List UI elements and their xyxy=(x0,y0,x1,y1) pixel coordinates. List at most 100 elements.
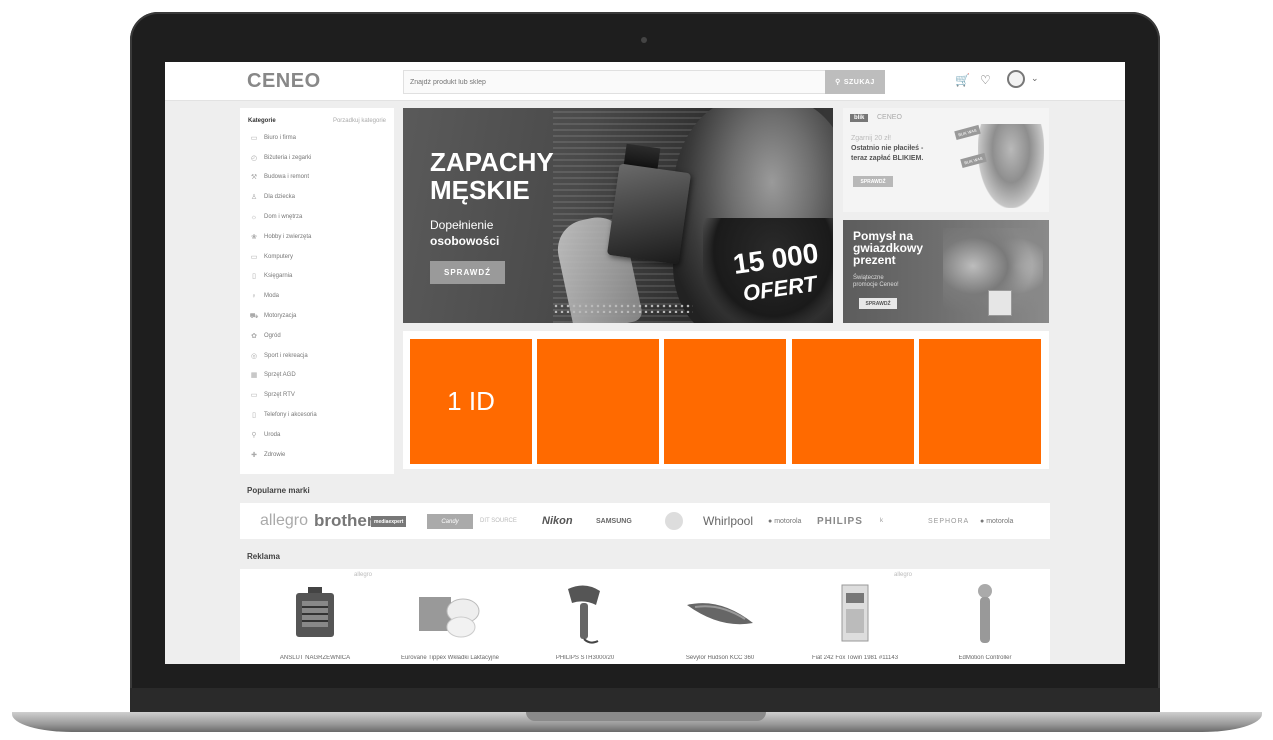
heart-icon[interactable]: ♡ xyxy=(980,73,991,87)
sidebar-item[interactable]: ◎ Sport i rekreacja xyxy=(240,346,394,366)
sidebar-item[interactable]: ♀ Moda xyxy=(240,286,394,306)
stroller-icon: ♙ xyxy=(250,194,258,202)
category-list: ▭ Biuro i firma ◴ Biżuteria i zegarki ⚒ Budow… xyxy=(240,128,394,465)
model-car-icon xyxy=(841,584,869,642)
user-avatar-icon[interactable] xyxy=(1007,70,1025,88)
ad-name: Fiat 242 Fox Towin 1981 #11143 xyxy=(811,655,899,661)
hero-check-button[interactable]: SPRAWDŹ xyxy=(430,261,505,284)
sidebar-item[interactable]: ▭ Biuro i firma xyxy=(240,128,394,148)
search-icon: ⚲ xyxy=(835,79,841,86)
sidebar-item[interactable]: ▦ Sprzęt AGD xyxy=(240,366,394,386)
gift-check-button[interactable]: SPRAWDŹ xyxy=(859,298,897,309)
brand-logo[interactable]: SAMSUNG xyxy=(596,511,632,531)
blik-logo: blik xyxy=(850,114,869,122)
brand-logo[interactable]: Nikon xyxy=(542,511,573,531)
brand-logo-text: motorola xyxy=(986,517,1014,525)
ad-card[interactable]: PHILIPS STH3000/20 xyxy=(520,569,650,664)
blik-tag-1: BLIK WAS xyxy=(954,124,981,141)
kayak-icon xyxy=(687,603,753,625)
chevron-down-icon[interactable]: ⌄ xyxy=(1031,73,1039,84)
ad-card[interactable]: Eurovane Tippex Wkładki Laktacyjne xyxy=(385,569,515,664)
sidebar-item[interactable]: ✿ Ogród xyxy=(240,326,394,346)
sidebar-item[interactable]: ✚ Zdrowie xyxy=(240,445,394,465)
sidebar-item[interactable]: ▯ Księgarnia xyxy=(240,267,394,287)
promo-tile[interactable] xyxy=(919,339,1041,464)
sidebar-item[interactable]: ▭ Komputery xyxy=(240,247,394,267)
search-box[interactable] xyxy=(403,70,875,94)
brand-logo[interactable]: SEPHORA xyxy=(928,511,969,531)
brand-logo[interactable]: mediaexpert xyxy=(371,516,407,527)
brand-logo[interactable]: ● motorola xyxy=(768,511,801,531)
ad-name: Sevylor Hudson KCC 360 xyxy=(685,655,755,661)
search-button[interactable]: ⚲ SZUKAJ xyxy=(825,70,885,94)
blik-promo-banner[interactable]: blik CENEO Zgarnij 20 zł! Ostatnio nie p… xyxy=(843,108,1049,212)
book-icon: ▯ xyxy=(252,273,256,281)
sidebar-item-label: Telefony i akcesoria xyxy=(264,412,317,419)
sidebar-item[interactable]: ♙ Dla dziecka xyxy=(240,187,394,207)
ad-card[interactable]: allegro Fiat 242 Fox Towin 1981 #11143 xyxy=(790,569,920,664)
sidebar-item[interactable]: ▭ Sprzęt RTV xyxy=(240,385,394,405)
hero-title-line1: ZAPACHY xyxy=(430,147,554,177)
brand-logo[interactable]: k xyxy=(880,511,883,531)
blik-check-button[interactable]: SPRAWDŹ xyxy=(853,176,893,187)
ad-card[interactable]: Sevylor Hudson KCC 360 xyxy=(655,569,785,664)
sidebar-item-label: Budowa i remont xyxy=(264,174,310,181)
brands-strip: allegro brother mediaexpert Candy DIT SO… xyxy=(240,503,1050,539)
ad-card[interactable]: allegro ANSLUT NAGRZEWNICA xyxy=(250,569,380,664)
sidebar-item[interactable]: ⛟ Motoryzacja xyxy=(240,306,394,326)
promo-tile[interactable] xyxy=(664,339,786,464)
blik-brand: CENEO xyxy=(877,114,902,121)
hero-title: ZAPACHY MĘSKIE xyxy=(430,148,554,204)
sort-categories-link[interactable]: Porzadkuj kategorie xyxy=(333,118,386,124)
hero-banner[interactable]: ZAPACHY MĘSKIE Dopełnienie osobowości SP… xyxy=(403,108,833,323)
sidebar-item[interactable]: ◴ Biżuteria i zegarki xyxy=(240,148,394,168)
sidebar-item-label: Sprzęt AGD xyxy=(264,372,296,379)
brand-logo[interactable]: DIT SOURCE xyxy=(480,511,517,531)
brand-logo[interactable]: PHILIPS xyxy=(817,511,863,531)
gift-promo-banner[interactable]: Pomysł na gwiazdkowy prezent Świąteczne … xyxy=(843,220,1049,323)
sidebar-item[interactable]: ❀ Hobby i zwierzęta xyxy=(240,227,394,247)
sidebar-item[interactable]: ☼ Dom i wnętrza xyxy=(240,207,394,227)
sidebar-item-label: Dla dziecka xyxy=(264,194,296,201)
blik-fine-print xyxy=(851,194,961,202)
car-icon: ⛟ xyxy=(249,312,259,320)
laptop-bezel-bottom xyxy=(130,688,1160,712)
ad-name: EdMotion Controller xyxy=(958,655,1012,661)
hero-title-line2: MĘSKIE xyxy=(430,175,530,205)
hero-offer-badge: 15 000 OFERT xyxy=(731,237,824,309)
promo-tile[interactable]: 1 ID xyxy=(410,339,532,464)
brand-logo[interactable]: ● motorola xyxy=(980,511,1013,531)
sidebar-item-label: Motoryzacja xyxy=(264,313,297,320)
search-input[interactable] xyxy=(404,71,812,94)
hero-dots xyxy=(553,303,693,313)
ad-name: ANSLUT NAGRZEWNICA xyxy=(279,655,351,661)
sidebar-item-label: Księgarnia xyxy=(264,273,293,280)
laptop-icon: ▭ xyxy=(250,253,258,261)
ceneo-logo[interactable]: CENEO xyxy=(247,70,321,93)
perfume-bottle-image xyxy=(606,163,692,265)
brand-logo[interactable] xyxy=(665,512,683,530)
cart-icon[interactable]: 🛒 xyxy=(955,73,970,87)
sidebar-item[interactable]: ▯ Telefony i akcesoria xyxy=(240,405,394,425)
category-sidebar: Kategorie Porzadkuj kategorie ▭ Biuro i f… xyxy=(240,108,394,474)
sidebar-item[interactable]: ⚒ Budowa i remont xyxy=(240,168,394,188)
brand-logo[interactable]: brother xyxy=(314,511,374,531)
promo-tile[interactable] xyxy=(792,339,914,464)
gift-title: Pomysł na gwiazdkowy prezent xyxy=(853,230,923,266)
brand-logo[interactable]: Whirlpool xyxy=(703,511,753,531)
sidebar-item-label: Biżuteria i zegarki xyxy=(264,154,312,161)
sidebar-item-label: Hobby i zwierzęta xyxy=(264,233,312,240)
sidebar-item-label: Sprzęt RTV xyxy=(264,392,295,399)
blik-line-3: teraz zapłać BLIKIEM. xyxy=(851,155,924,162)
promo-tiles: 1 ID xyxy=(403,331,1049,469)
sidebar-item-label: Moda xyxy=(264,293,280,300)
brand-logo[interactable]: Candy xyxy=(427,514,473,529)
brand-logo[interactable]: allegro xyxy=(260,511,308,531)
lamp-icon: ☼ xyxy=(250,213,258,221)
washer-icon: ▦ xyxy=(250,372,258,380)
promo-tile[interactable] xyxy=(537,339,659,464)
ad-card[interactable]: EdMotion Controller xyxy=(920,569,1050,664)
sidebar-item-label: Komputery xyxy=(264,253,294,260)
hero-subtitle-1: Dopełnienie xyxy=(430,218,494,232)
sidebar-item[interactable]: ⚲ Uroda xyxy=(240,425,394,445)
